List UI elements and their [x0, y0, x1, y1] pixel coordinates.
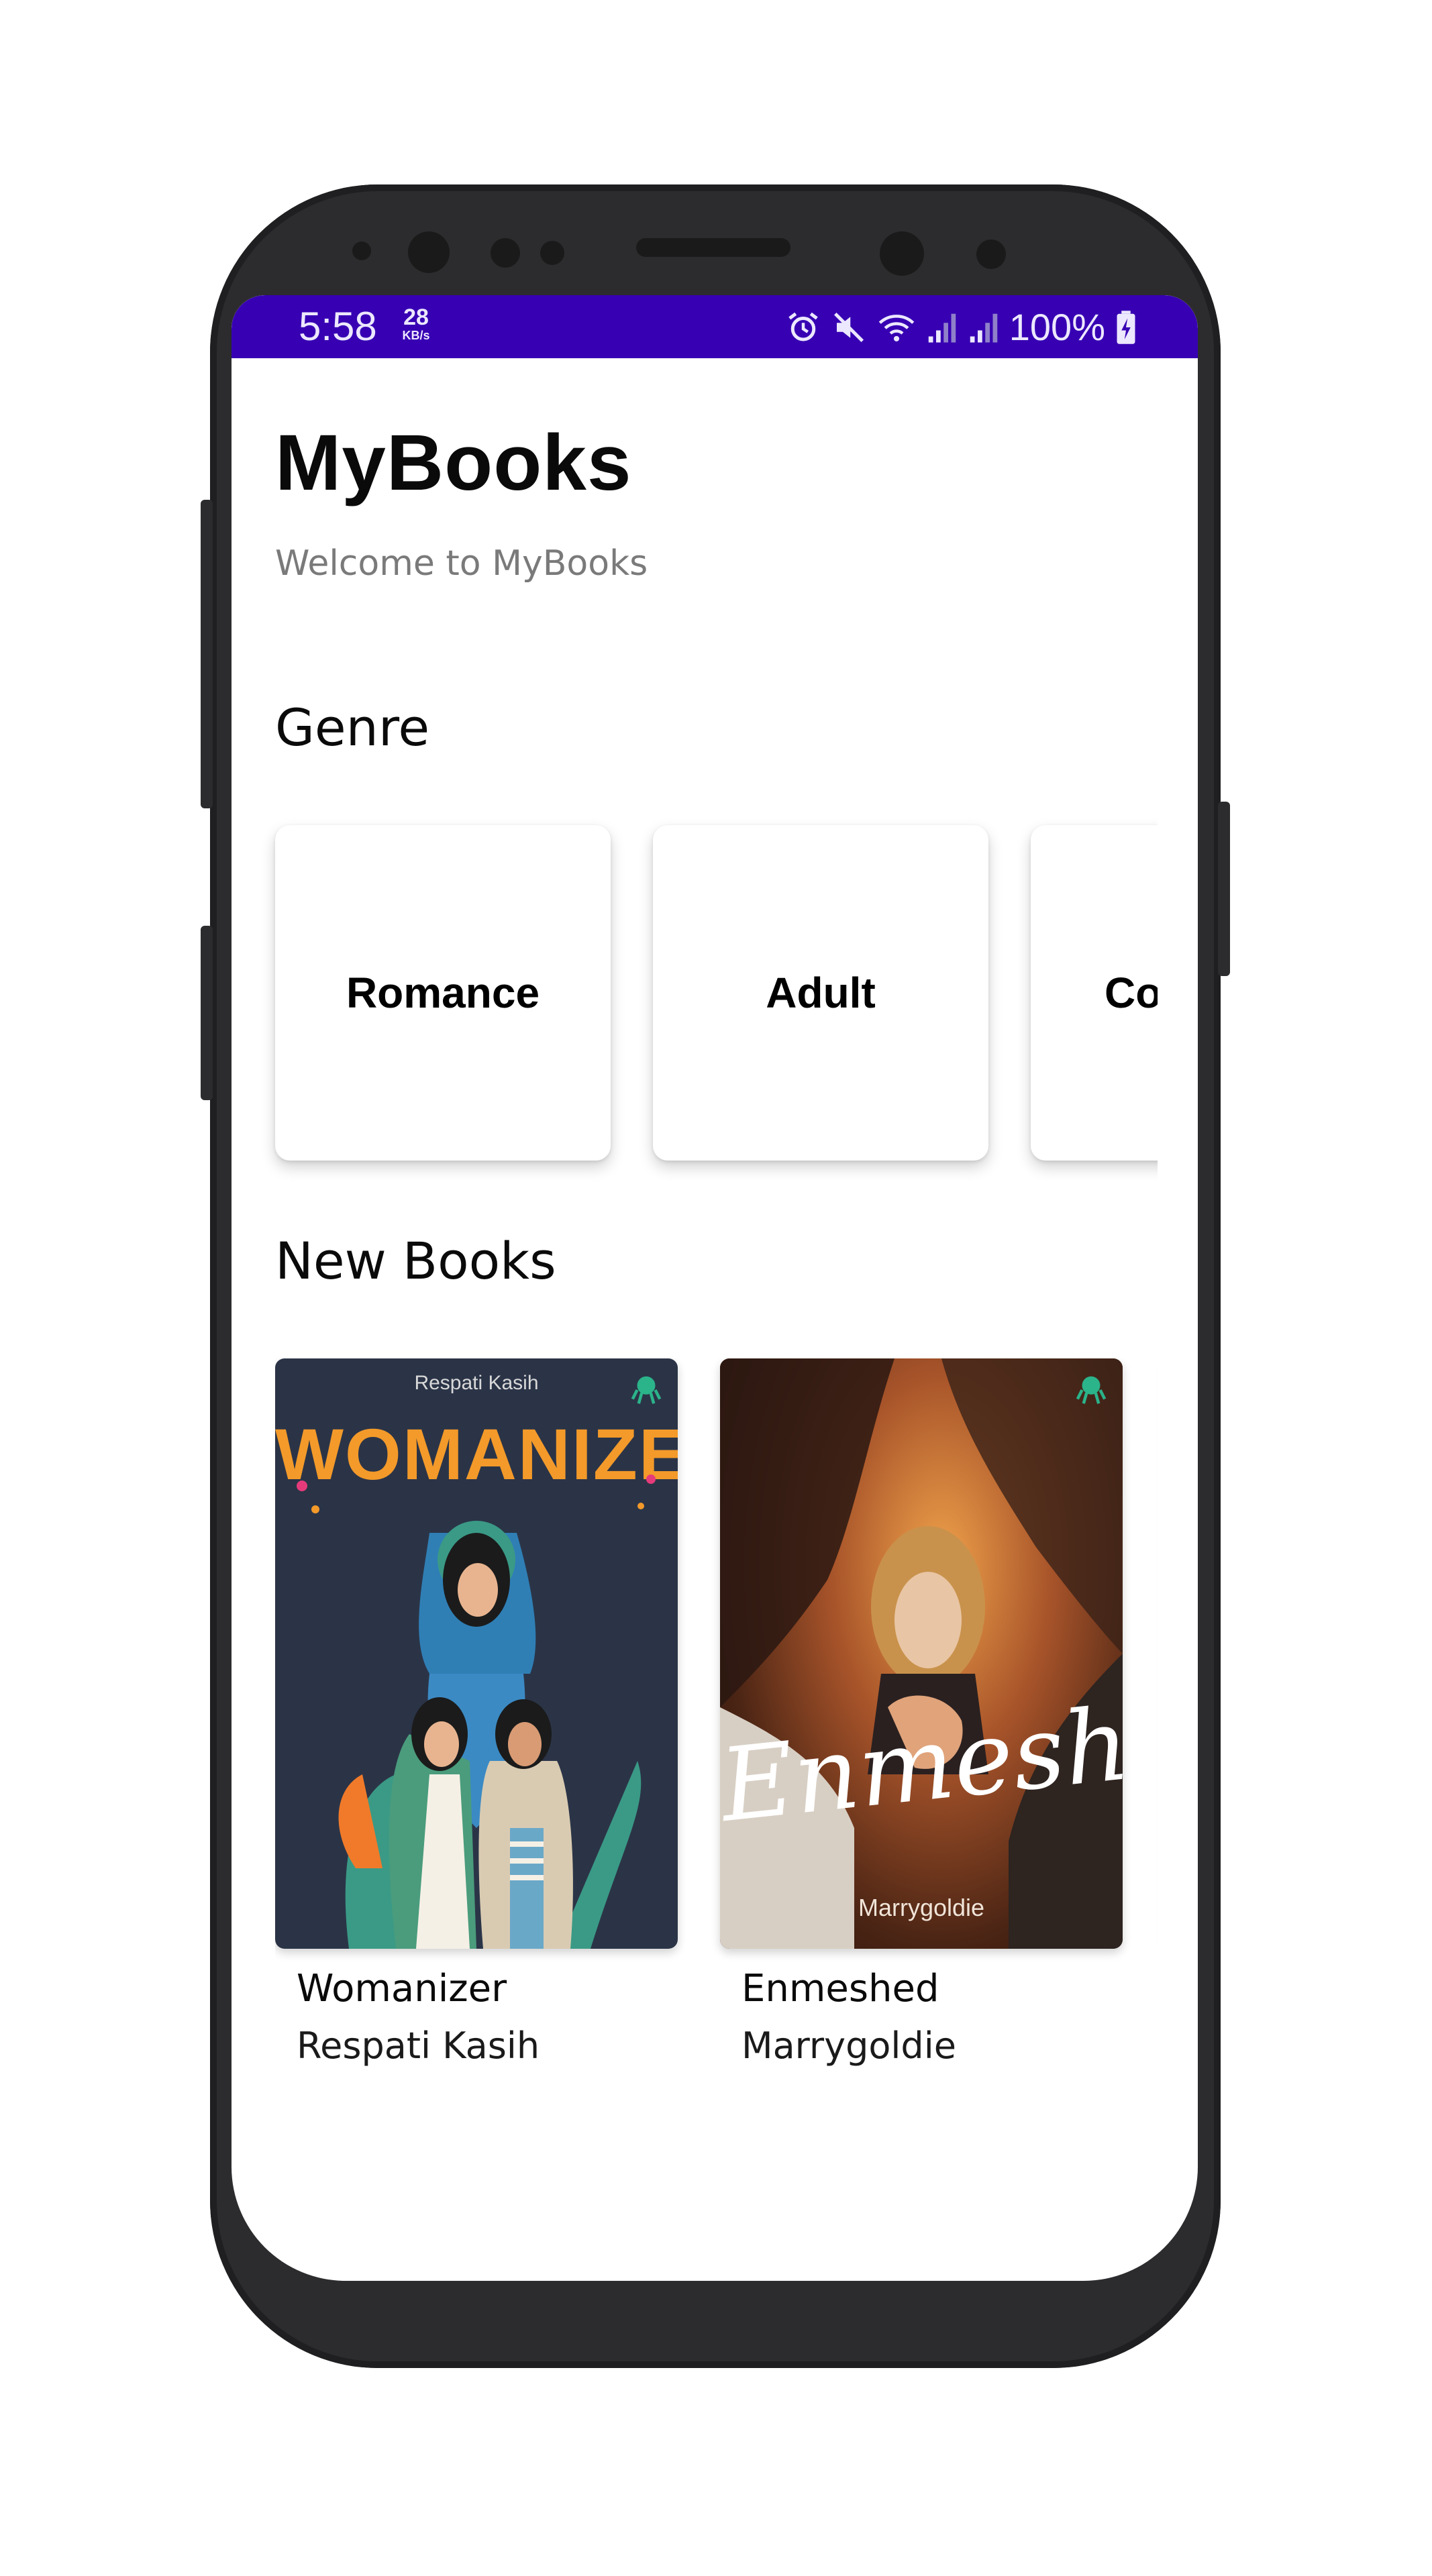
battery-charging-icon [1115, 309, 1137, 345]
sensor-dot [352, 241, 371, 260]
network-speed-unit: KB/s [402, 329, 430, 342]
book-card-enmeshed[interactable]: Enmeshed Marrygoldie Enmeshed Marrygoldi… [720, 1358, 1123, 2076]
battery-percent: 100% [1009, 306, 1105, 348]
volume-button [201, 500, 213, 808]
book-cover[interactable]: Enmeshed Marrygoldie [720, 1358, 1123, 1949]
iris-sensor [408, 231, 450, 273]
alarm-icon [785, 309, 821, 345]
book-card-womanizer[interactable]: Respati Kasih WOMANIZER [275, 1358, 678, 2076]
app-screen: 5:58 28 KB/s 100% MyBooks Welcome to MyB… [232, 295, 1198, 2281]
cover-author-text: Marrygoldie [858, 1894, 985, 1921]
book-title: Womanizer [297, 1967, 507, 2010]
publisher-logo-icon [1076, 1376, 1107, 1404]
book-title: Enmeshed [741, 1967, 939, 2010]
app-title: MyBooks [275, 419, 632, 507]
status-bar: 5:58 28 KB/s 100% [232, 295, 1198, 358]
status-time: 5:58 [299, 304, 377, 349]
book-author: Respati Kasih [297, 2025, 540, 2067]
genre-card-romance[interactable]: Romance [275, 825, 611, 1161]
genre-list[interactable]: Romance Adult Cor [252, 805, 1158, 1181]
genre-section-title: Genre [275, 698, 430, 757]
wifi-icon [876, 309, 917, 345]
signal-icon [968, 309, 1000, 345]
signal-icon [926, 309, 958, 345]
device-canvas: 5:58 28 KB/s 100% MyBooks Welcome to MyB… [0, 0, 1432, 2576]
book-author: Marrygoldie [741, 2025, 956, 2067]
status-icons: 100% [785, 307, 1137, 347]
sensor-dot [540, 241, 564, 265]
sensor-dot [491, 238, 520, 268]
earpiece-speaker [636, 238, 790, 257]
front-camera [880, 231, 924, 276]
network-speed-value: 28 [403, 305, 429, 330]
sensor-dot [976, 239, 1006, 269]
genre-card-adult[interactable]: Adult [653, 825, 988, 1161]
bixby-button [201, 926, 213, 1100]
network-speed: 28 KB/s [393, 306, 440, 342]
genre-card-partial[interactable]: Cor [1031, 825, 1158, 1161]
mute-icon [831, 309, 867, 345]
cover-illustration [720, 1358, 1123, 1949]
power-button [1218, 802, 1230, 976]
cover-illustration [297, 1474, 656, 1949]
book-cover[interactable]: Respati Kasih WOMANIZER [275, 1358, 678, 1949]
new-books-section-title: New Books [275, 1231, 556, 1291]
app-subtitle: Welcome to MyBooks [275, 543, 648, 584]
new-books-list[interactable]: Respati Kasih WOMANIZER [275, 1358, 1158, 2096]
